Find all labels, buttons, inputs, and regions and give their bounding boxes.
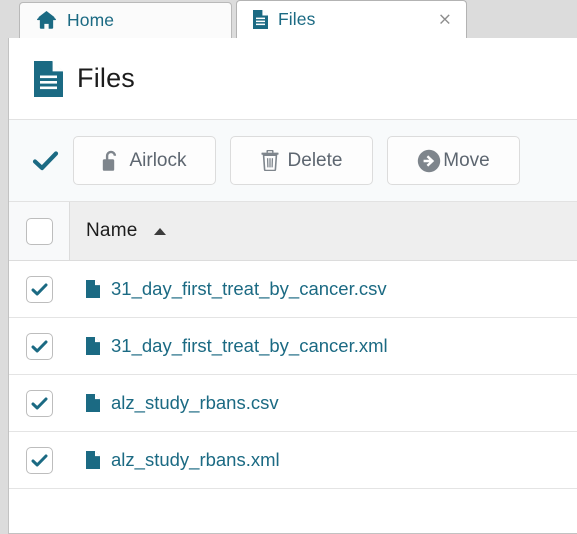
- arrow-circle-right-icon: [417, 149, 441, 173]
- row-name-cell: 31_day_first_treat_by_cancer.csv: [70, 278, 577, 300]
- unlock-icon: [102, 150, 120, 172]
- check-icon[interactable]: [31, 150, 59, 171]
- file-link[interactable]: alz_study_rbans.csv: [111, 392, 279, 414]
- row-checkbox[interactable]: [26, 446, 53, 474]
- document-lines-icon: [34, 60, 63, 97]
- file-icon: [86, 451, 100, 469]
- column-header-name-label: Name: [86, 220, 138, 241]
- table-row: alz_study_rbans.xml: [9, 432, 577, 489]
- row-select-cell: [9, 375, 70, 431]
- row-select-cell: [9, 318, 70, 374]
- action-toolbar: Airlock Delete Move: [9, 120, 577, 202]
- tab-files-label: Files: [278, 9, 316, 29]
- close-icon[interactable]: ×: [438, 11, 452, 28]
- tab-home[interactable]: Home: [19, 2, 232, 38]
- airlock-button-label: Airlock: [129, 149, 187, 171]
- delete-button-label: Delete: [287, 149, 343, 171]
- file-icon: [253, 10, 268, 29]
- row-name-cell: alz_study_rbans.csv: [70, 392, 577, 414]
- row-checkbox[interactable]: [26, 332, 53, 360]
- row-select-cell: [9, 261, 70, 317]
- airlock-button[interactable]: Airlock: [73, 136, 216, 185]
- select-all-cell: [9, 202, 70, 260]
- trash-icon: [261, 150, 279, 171]
- file-link[interactable]: alz_study_rbans.xml: [111, 449, 280, 471]
- delete-button[interactable]: Delete: [230, 136, 373, 185]
- select-all-checkbox[interactable]: [25, 217, 53, 245]
- file-icon: [86, 394, 100, 412]
- tab-home-label: Home: [67, 10, 115, 30]
- row-name-cell: 31_day_first_treat_by_cancer.xml: [70, 335, 577, 357]
- page-title: Files: [77, 63, 136, 93]
- file-icon: [86, 337, 100, 355]
- table-row: alz_study_rbans.csv: [9, 375, 577, 432]
- page-header: Files: [9, 38, 577, 120]
- row-select-cell: [9, 432, 70, 488]
- move-button-label: Move: [443, 149, 490, 171]
- row-checkbox[interactable]: [26, 275, 53, 303]
- caret-up-icon: [154, 227, 167, 235]
- row-checkbox[interactable]: [26, 389, 53, 417]
- tab-files[interactable]: Files ×: [236, 0, 467, 38]
- app-window: Home Files × Files Airlock Delete Move N…: [0, 0, 577, 534]
- move-button[interactable]: Move: [387, 136, 520, 185]
- file-link[interactable]: 31_day_first_treat_by_cancer.xml: [111, 335, 388, 357]
- files-table: Name 31_day_first_treat_by_cancer.csv 31…: [9, 202, 577, 489]
- table-header-row: Name: [9, 202, 577, 261]
- file-link[interactable]: 31_day_first_treat_by_cancer.csv: [111, 278, 387, 300]
- table-row: 31_day_first_treat_by_cancer.csv: [9, 261, 577, 318]
- file-icon: [86, 280, 100, 298]
- home-icon: [36, 11, 57, 30]
- files-page-panel: Files Airlock Delete Move Name 31_day_fi…: [8, 38, 577, 534]
- tab-bar: Home Files ×: [0, 0, 577, 38]
- column-header-name[interactable]: Name: [70, 220, 577, 242]
- row-name-cell: alz_study_rbans.xml: [70, 449, 577, 471]
- table-row: 31_day_first_treat_by_cancer.xml: [9, 318, 577, 375]
